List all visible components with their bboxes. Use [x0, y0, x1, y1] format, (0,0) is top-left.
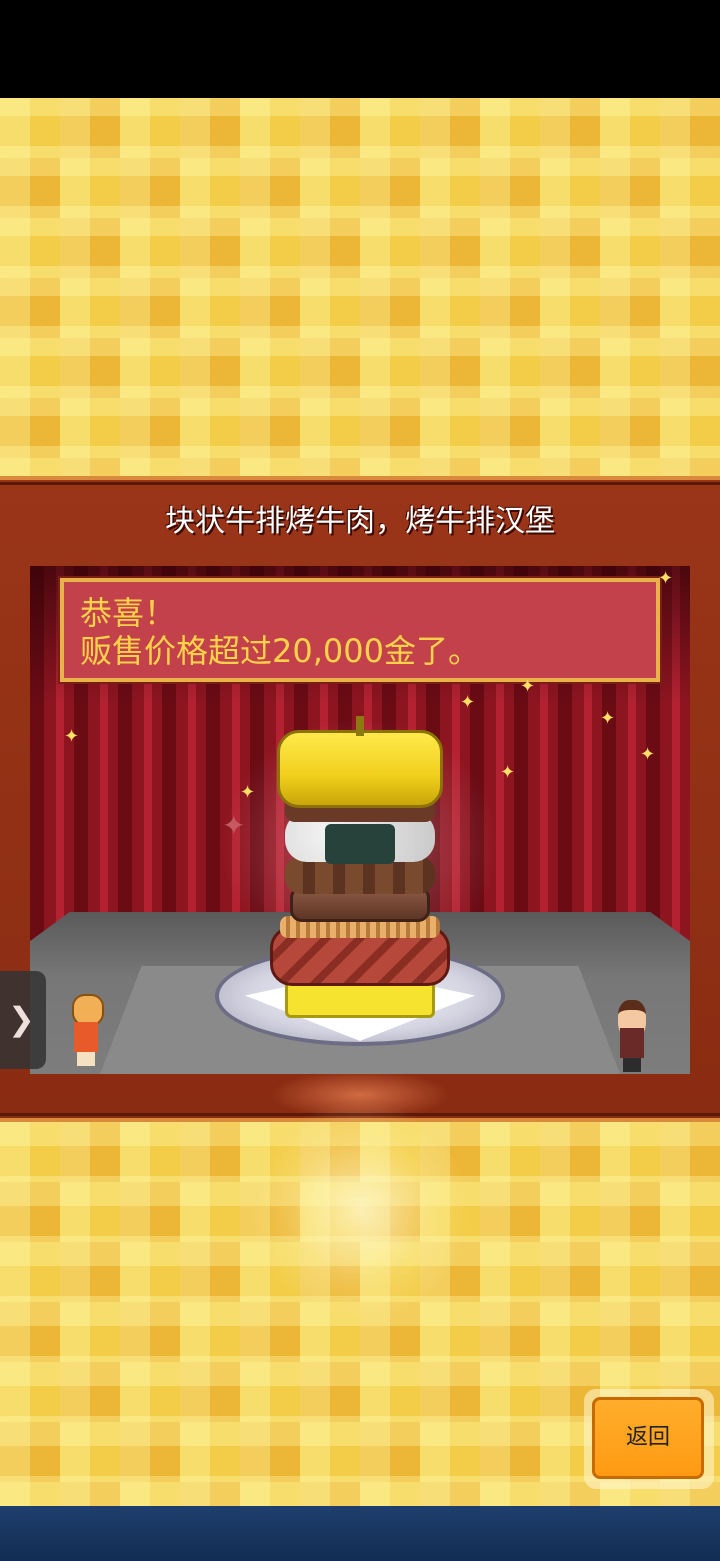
burger-seaweed	[325, 824, 395, 864]
staff-character-girl	[64, 990, 108, 1068]
sparkle-icon: ✦	[600, 708, 616, 729]
game-screen: 块状牛排烤牛肉，烤牛排汉堡 恭喜！ 贩售价格超过20,000金了。 ✦ ✦ ✦ …	[0, 0, 720, 1561]
sparkle-icon: ✦	[640, 744, 656, 765]
burger-top-bun	[277, 730, 443, 808]
customer-character-man	[610, 996, 654, 1074]
sparkle-icon: ✦	[658, 568, 674, 589]
sparkle-icon: ✦	[460, 692, 476, 713]
congrats-message-box: 恭喜！ 贩售价格超过20,000金了。	[58, 576, 662, 684]
price-message-line: 贩售价格超过20,000金了。	[80, 632, 480, 670]
result-panel: 块状牛排烤牛肉，烤牛排汉堡 恭喜！ 贩售价格超过20,000金了。 ✦ ✦ ✦ …	[0, 476, 720, 1122]
panel-title: 块状牛排烤牛肉，烤牛排汉堡	[165, 504, 555, 539]
light-glow	[250, 1100, 470, 1320]
navigation-bar	[0, 1506, 720, 1561]
gold-checker-background-top	[0, 98, 720, 476]
sparkle-icon: ✦	[520, 676, 536, 697]
sparkle-icon: ✦	[222, 809, 246, 842]
congrats-line: 恭喜！	[80, 594, 177, 632]
stage-scene: 恭喜！ 贩售价格超过20,000金了。 ✦ ✦ ✦ ✦ ✦ ✦ ✦ ✦ ✦	[30, 566, 690, 1074]
side-menu-tab[interactable]: ❯	[0, 971, 46, 1069]
sparkle-icon: ✦	[64, 726, 80, 747]
status-bar	[0, 0, 720, 98]
sparkle-icon: ✦	[500, 762, 516, 783]
back-button[interactable]: 返回	[592, 1397, 704, 1479]
burger-bun-stem	[356, 716, 364, 736]
chevron-right-icon: ❯	[8, 1000, 35, 1038]
sparkle-icon: ✦	[240, 782, 256, 803]
